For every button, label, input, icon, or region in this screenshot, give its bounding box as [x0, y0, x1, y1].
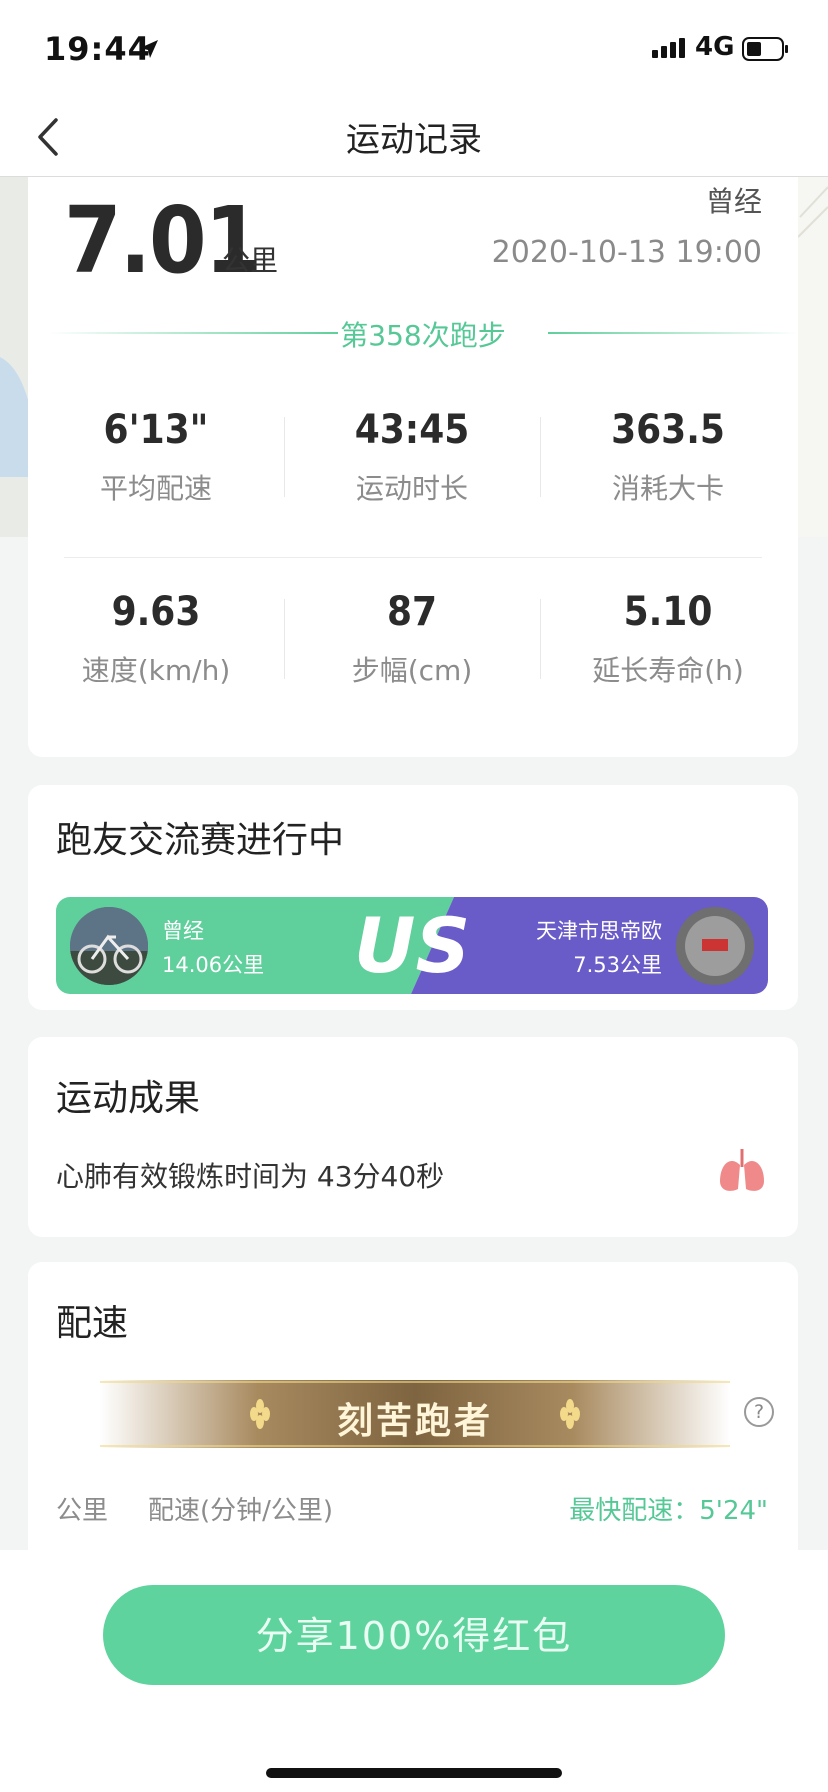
stat-value: 87: [386, 589, 438, 635]
vs-banner[interactable]: US 曾经 14.06公里 天津市思帝欧 7.53公里: [56, 897, 768, 994]
fastest-pace: 最快配速：5'24": [569, 1496, 768, 1526]
run-datetime: 2020-10-13 19:00: [491, 235, 762, 270]
stat-stride: 87 步幅(cm): [284, 589, 540, 689]
avatar-right[interactable]: [676, 907, 754, 985]
lungs-icon: [720, 1149, 764, 1191]
vs-left-name: 曾经: [162, 919, 204, 943]
stat-value: 5.10: [623, 589, 713, 635]
stat-duration: 43:45 运动时长: [284, 407, 540, 507]
share-button[interactable]: 分享100%得红包: [103, 1585, 725, 1685]
status-bar: 19:44 4G: [0, 0, 828, 100]
vs-label: US: [354, 901, 470, 990]
vs-background: US: [56, 897, 768, 994]
stat-label: 延长寿命(h): [592, 654, 744, 687]
stat-calories: 363.5 消耗大卡: [540, 407, 796, 507]
stat-value: 9.63: [111, 589, 201, 635]
user-name: 曾经: [705, 185, 762, 218]
vs-left-distance: 14.06公里: [162, 953, 265, 977]
vs-right-distance: 7.53公里: [573, 953, 662, 977]
cardio-time-text: 心肺有效锻炼时间为 43分40秒: [56, 1160, 445, 1193]
stat-label: 速度(km/h): [81, 654, 231, 687]
column-km: 公里: [56, 1496, 109, 1526]
help-icon[interactable]: ?: [744, 1397, 774, 1427]
stat-value: 6'13": [103, 407, 209, 453]
runner-badge: 刻苦跑者: [100, 1380, 730, 1448]
status-time: 19:44: [44, 30, 151, 68]
stats-row: 6'13" 平均配速 43:45 运动时长 363.5 消耗大卡: [28, 407, 798, 507]
bike-photo-icon: [70, 907, 148, 985]
avatar-left[interactable]: [70, 907, 148, 985]
nav-bar: 运动记录: [0, 100, 828, 177]
stat-label: 平均配速: [99, 472, 212, 505]
stat-label: 运动时长: [355, 472, 468, 505]
page-title: 运动记录: [346, 120, 482, 160]
stat-life-extension: 5.10 延长寿命(h): [540, 589, 796, 689]
signal-icon: [652, 38, 685, 58]
vs-right-name: 天津市思帝欧: [536, 919, 662, 943]
stat-avg-pace: 6'13" 平均配速: [28, 407, 284, 507]
competition-card[interactable]: 跑友交流赛进行中 US 曾经 14.06公里 天津市思帝欧 7.53公里: [28, 785, 798, 1010]
column-pace: 配速(分钟/公里): [148, 1496, 334, 1526]
competition-title: 跑友交流赛进行中: [56, 820, 345, 861]
bottom-bar: 分享100%得红包: [0, 1550, 828, 1792]
stat-value: 363.5: [611, 407, 725, 453]
location-arrow-icon: [140, 40, 158, 58]
run-count-divider: 第358次跑步: [48, 312, 798, 352]
run-count: 第358次跑步: [340, 319, 506, 352]
stat-speed: 9.63 速度(km/h): [28, 589, 284, 689]
home-indicator[interactable]: [266, 1768, 562, 1778]
result-title: 运动成果: [56, 1078, 201, 1119]
network-type: 4G: [695, 32, 735, 62]
stat-value: 43:45: [354, 407, 470, 453]
stat-label: 步幅(cm): [351, 654, 473, 687]
team-logo-icon: [676, 907, 754, 985]
stat-label: 消耗大卡: [611, 472, 724, 505]
summary-card: 7.01 公里 曾经 2020-10-13 19:00 第358次跑步 6'13…: [28, 177, 798, 757]
row-separator: [64, 557, 762, 558]
distance-unit: 公里: [222, 244, 279, 277]
battery-icon: [742, 37, 788, 61]
pace-title: 配速: [56, 1303, 129, 1344]
result-card: 运动成果 心肺有效锻炼时间为 43分40秒: [28, 1037, 798, 1237]
stats-row: 9.63 速度(km/h) 87 步幅(cm) 5.10 延长寿命(h): [28, 589, 798, 689]
badge-label: 刻苦跑者: [336, 1401, 493, 1442]
